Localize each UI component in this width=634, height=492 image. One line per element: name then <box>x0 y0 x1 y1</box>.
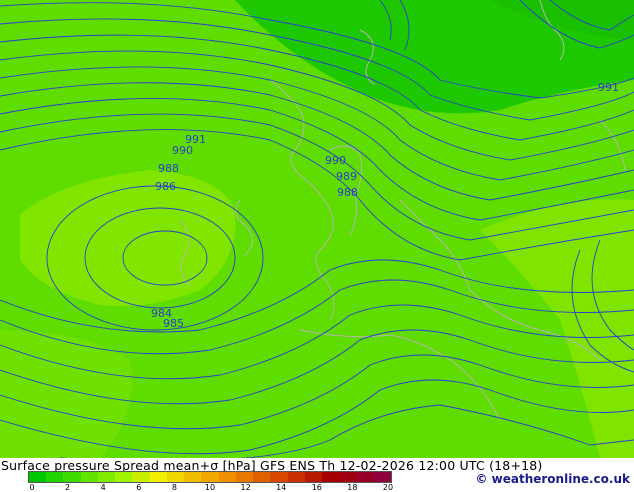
scale-tick-label: 6 <box>136 483 142 492</box>
scale-swatch <box>46 472 64 482</box>
scale-tick-label: 0 <box>29 483 35 492</box>
scale-swatch <box>287 472 305 482</box>
scale-tick-label: 8 <box>171 483 177 492</box>
isobar-label: 990 <box>325 154 346 167</box>
isobar-label: 990 <box>172 144 193 157</box>
scale-tick-label: 20 <box>382 483 394 492</box>
scale-tick-label: 4 <box>100 483 106 492</box>
scale-swatch <box>270 472 288 482</box>
isobar-label: 991 <box>598 81 619 94</box>
isobar-label: 988 <box>158 162 179 175</box>
isobar-label: 985 <box>163 317 184 330</box>
scale-swatch <box>235 472 254 482</box>
scale-tick-label: 10 <box>204 483 216 492</box>
pressure-spread-map: 991 990 988 986 990 989 988 984 985 991 <box>0 0 634 458</box>
scale-swatch <box>253 472 271 482</box>
scale-swatch <box>304 472 322 482</box>
scale-swatch <box>356 472 374 482</box>
scale-tick-label: 2 <box>65 483 71 492</box>
scale-tick-label: 14 <box>276 483 287 492</box>
scale-swatch <box>201 472 219 482</box>
isobar-label: 989 <box>336 170 357 183</box>
scale-swatch <box>373 472 391 482</box>
scale-swatch <box>166 472 185 482</box>
scale-swatch <box>115 472 133 482</box>
scale-swatch <box>184 472 202 482</box>
scale-swatch <box>97 472 116 482</box>
scale-tick-label: 16 <box>311 483 322 492</box>
scale-swatch <box>29 472 47 482</box>
scale-swatch <box>63 472 81 482</box>
scale-swatch <box>132 472 150 482</box>
map-footer: Surface pressure Spread mean+σ [hPa] GFS… <box>0 458 634 492</box>
isobar-label: 988 <box>337 186 358 199</box>
scale-swatch <box>321 472 340 482</box>
scale-swatch <box>149 472 167 482</box>
credit-text: © weatheronline.co.uk <box>475 472 630 486</box>
isobar-label: 986 <box>155 180 176 193</box>
scale-tick-label: 12 <box>240 483 251 492</box>
scale-swatch <box>218 472 236 482</box>
color-scale <box>28 471 392 483</box>
scale-swatch <box>80 472 98 482</box>
scale-swatch <box>339 472 357 482</box>
scale-tick-label: 18 <box>347 483 358 492</box>
